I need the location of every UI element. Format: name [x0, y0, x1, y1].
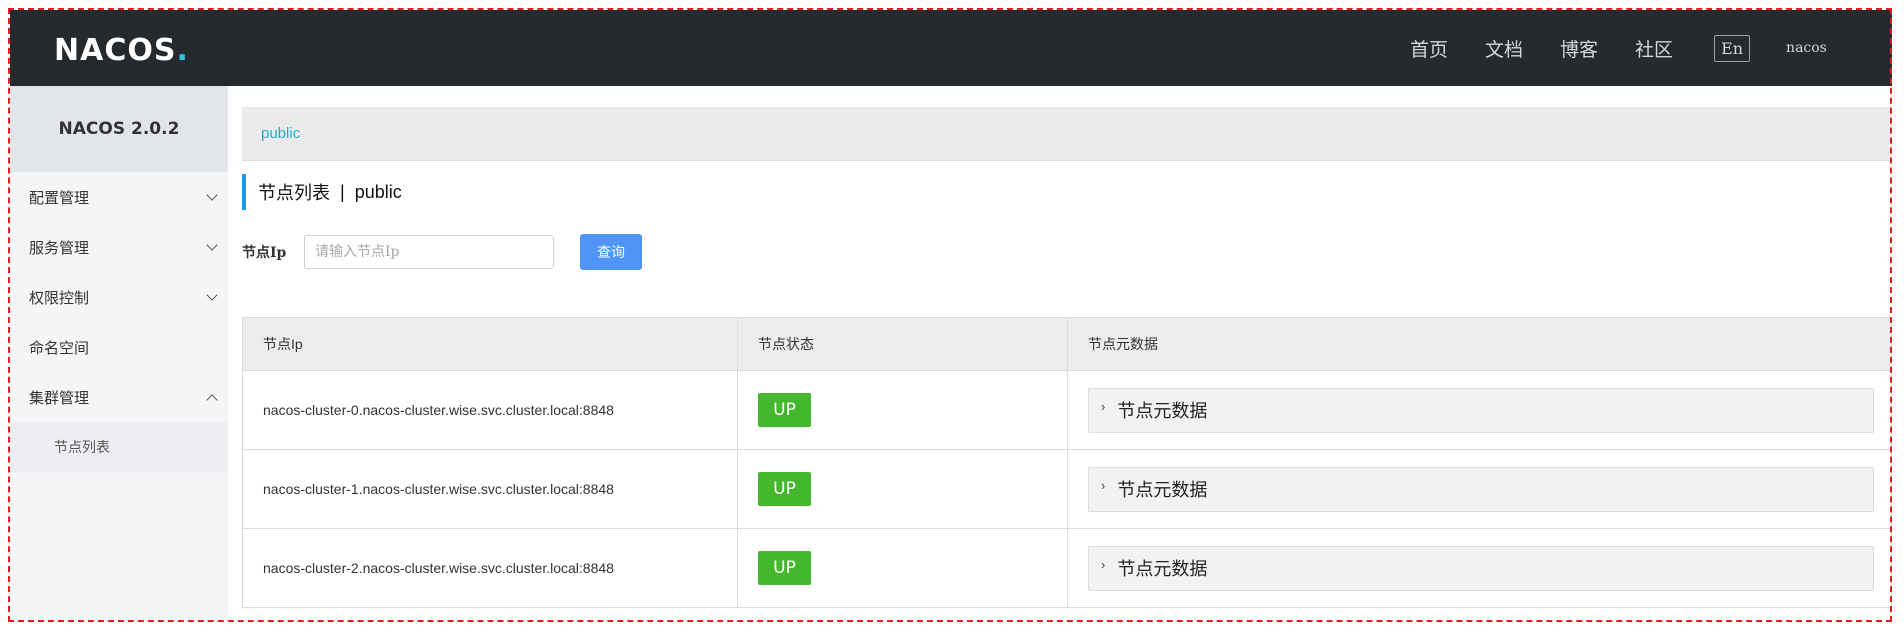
- nav-home[interactable]: 首页: [1410, 35, 1448, 62]
- page-title-text: 节点列表: [258, 183, 330, 203]
- title-separator: |: [340, 181, 345, 202]
- sidebar-item-label: 集群管理: [29, 389, 90, 407]
- chevron-right-icon: ›: [1101, 556, 1106, 572]
- table-row: nacos-cluster-2.nacos-cluster.wise.svc.c…: [243, 529, 1892, 608]
- node-ip-cell: nacos-cluster-1.nacos-cluster.wise.svc.c…: [243, 450, 738, 528]
- sidebar: NACOS 2.0.2 配置管理 服务管理 权限控制 命名空间 集群管理 节点列…: [10, 86, 228, 622]
- nav-community[interactable]: 社区: [1635, 35, 1673, 62]
- column-header-node-status: 节点状态: [738, 318, 1068, 370]
- metadata-label: 节点元数据: [1117, 401, 1208, 421]
- main-content: public 节点列表 | public 节点Ip 查询 节点Ip 节点状态 节…: [242, 86, 1892, 622]
- nav-docs[interactable]: 文档: [1485, 35, 1523, 62]
- sidebar-item-cluster-management[interactable]: 集群管理: [10, 372, 228, 422]
- node-status-cell: UP: [738, 371, 1068, 449]
- nav-blog[interactable]: 博客: [1560, 35, 1598, 62]
- top-nav: 首页 文档 博客 社区 En nacos: [1410, 10, 1827, 86]
- column-header-node-metadata: 节点元数据: [1068, 318, 1892, 370]
- metadata-label: 节点元数据: [1117, 480, 1208, 500]
- status-badge: UP: [758, 472, 811, 506]
- sidebar-subitem-node-list[interactable]: 节点列表: [10, 422, 228, 472]
- node-status-cell: UP: [738, 529, 1068, 607]
- logo-text: NACOS: [54, 33, 177, 68]
- metadata-expander[interactable]: › 节点元数据: [1088, 545, 1874, 591]
- user-menu[interactable]: nacos: [1786, 40, 1827, 56]
- table-row: nacos-cluster-0.nacos-cluster.wise.svc.c…: [243, 371, 1892, 450]
- chevron-down-icon: [206, 289, 218, 301]
- sidebar-item-namespace[interactable]: 命名空间: [10, 322, 228, 372]
- app-window: NACOS. 首页 文档 博客 社区 En nacos NACOS 2.0.2 …: [10, 10, 1892, 622]
- node-table: 节点Ip 节点状态 节点元数据 nacos-cluster-0.nacos-cl…: [242, 317, 1892, 608]
- filter-bar: 节点Ip 查询: [242, 234, 642, 270]
- chevron-right-icon: ›: [1101, 398, 1106, 414]
- node-metadata-cell: › 节点元数据: [1068, 529, 1892, 607]
- metadata-expander[interactable]: › 节点元数据: [1088, 466, 1874, 512]
- nacos-logo[interactable]: NACOS.: [54, 36, 189, 66]
- chevron-down-icon: [206, 239, 218, 251]
- status-badge: UP: [758, 551, 811, 585]
- top-header: NACOS. 首页 文档 博客 社区 En nacos: [10, 10, 1892, 86]
- sidebar-item-config-management[interactable]: 配置管理: [10, 172, 228, 222]
- chevron-right-icon: ›: [1101, 477, 1106, 493]
- page-title-namespace: public: [354, 181, 402, 202]
- sidebar-item-access-control[interactable]: 权限控制: [10, 272, 228, 322]
- sidebar-subitem-label: 节点列表: [54, 439, 110, 455]
- table-row: nacos-cluster-1.nacos-cluster.wise.svc.c…: [243, 450, 1892, 529]
- table-header: 节点Ip 节点状态 节点元数据: [243, 318, 1892, 371]
- breadcrumb-namespace[interactable]: public: [261, 125, 300, 142]
- chevron-down-icon: [206, 189, 218, 201]
- query-button[interactable]: 查询: [580, 234, 642, 270]
- sidebar-item-service-management[interactable]: 服务管理: [10, 222, 228, 272]
- node-status-cell: UP: [738, 450, 1068, 528]
- node-ip-search-input[interactable]: [304, 235, 554, 269]
- sidebar-item-label: 服务管理: [29, 239, 90, 257]
- metadata-expander[interactable]: › 节点元数据: [1088, 387, 1874, 433]
- page-title: 节点列表 | public: [242, 174, 402, 210]
- status-badge: UP: [758, 393, 811, 427]
- metadata-label: 节点元数据: [1117, 559, 1208, 579]
- sidebar-item-label: 命名空间: [29, 339, 90, 357]
- node-ip-label: 节点Ip: [242, 245, 287, 261]
- sidebar-item-label: 配置管理: [29, 189, 90, 207]
- node-metadata-cell: › 节点元数据: [1068, 371, 1892, 449]
- sidebar-item-label: 权限控制: [29, 289, 90, 307]
- breadcrumb: public: [242, 107, 1892, 161]
- logo-dot: .: [176, 33, 189, 68]
- node-ip-cell: nacos-cluster-0.nacos-cluster.wise.svc.c…: [243, 371, 738, 449]
- language-toggle-button[interactable]: En: [1714, 34, 1751, 62]
- node-metadata-cell: › 节点元数据: [1068, 450, 1892, 528]
- version-title: NACOS 2.0.2: [10, 86, 228, 172]
- node-ip-cell: nacos-cluster-2.nacos-cluster.wise.svc.c…: [243, 529, 738, 607]
- column-header-node-ip: 节点Ip: [243, 318, 738, 370]
- chevron-up-icon: [206, 394, 218, 406]
